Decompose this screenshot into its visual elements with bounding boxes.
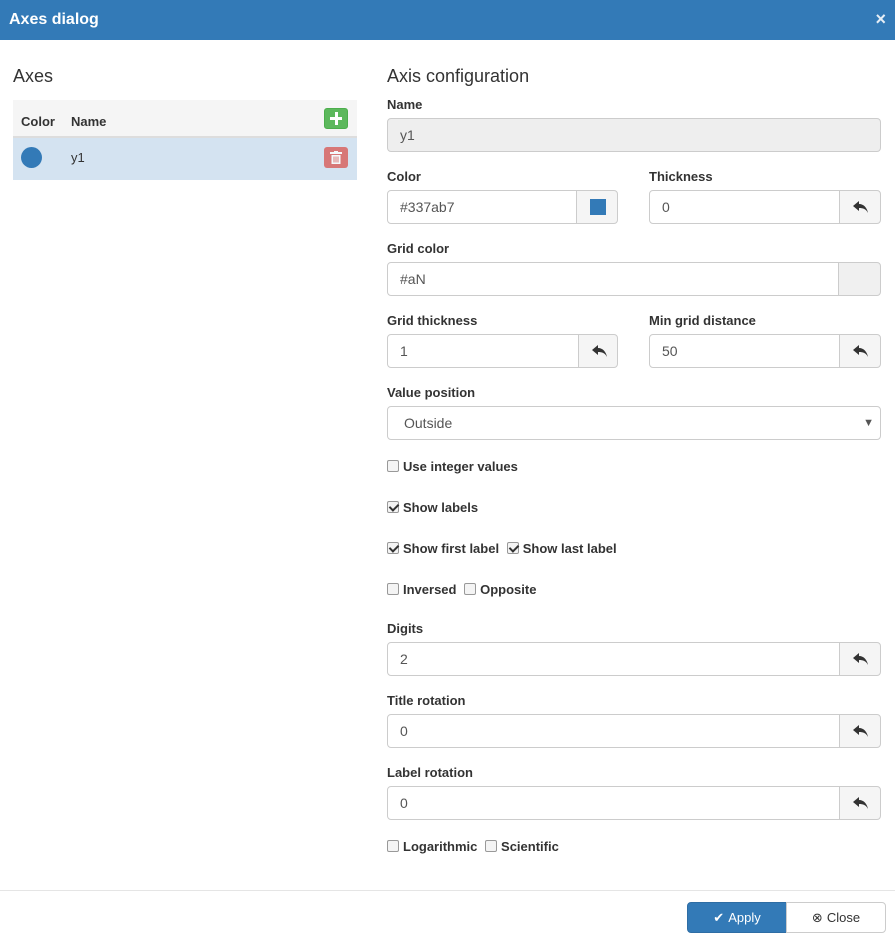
title-rotation-reset-button[interactable] [839,714,881,748]
label-rotation-input[interactable]: 0 [387,786,840,820]
color-label: Color [387,169,421,184]
grid-thickness-reset-button[interactable] [578,334,618,368]
close-label: Close [826,910,861,925]
log-sci-row: Logarithmic Scientific [387,839,563,855]
digits-label: Digits [387,621,424,636]
footer-divider [0,890,895,891]
show-last-label-label: Show last label [522,541,617,556]
undo-icon [853,725,868,737]
column-name: Name [71,114,107,129]
show-labels-row: Show labels [387,500,482,516]
title-rotation-input[interactable]: 0 [387,714,840,748]
undo-icon [853,797,868,809]
use-integer-label: Use integer values [403,459,518,474]
circle-x-icon: ⊗ [811,910,823,925]
close-button[interactable]: ⊗ Close [786,902,886,933]
grid-color-input[interactable]: #aN [387,262,839,296]
title-rotation-label: Title rotation [387,693,466,708]
axis-name: y1 [71,150,85,165]
trash-icon [330,151,342,164]
label-rotation-label: Label rotation [387,765,473,780]
grid-color-picker-button[interactable] [838,262,881,296]
column-color: Color [21,114,55,129]
show-first-label-label: Show first label [403,541,500,556]
delete-axis-button[interactable] [324,147,348,168]
grid-color-label: Grid color [387,241,450,256]
grid-thickness-input[interactable]: 1 [387,334,579,368]
color-input[interactable]: #337ab7 [387,190,577,224]
logarithmic-checkbox[interactable] [387,840,399,852]
name-label: Name [387,97,423,112]
thickness-label: Thickness [649,169,713,184]
config-panel-title: Axis configuration [387,66,530,86]
use-integer-row: Use integer values [387,459,522,475]
opposite-checkbox[interactable] [464,583,477,595]
digits-reset-button[interactable] [839,642,881,676]
value-position-select[interactable]: Outside ▼ [387,406,881,440]
undo-icon [592,345,607,357]
scientific-checkbox[interactable] [485,840,498,852]
show-first-label-checkbox[interactable] [387,542,399,554]
opposite-label: Opposite [480,582,537,597]
axes-table: Color Name y1 [13,100,357,180]
chevron-down-icon: ▼ [863,417,874,429]
apply-label: Apply [728,910,761,925]
thickness-input[interactable]: 0 [649,190,840,224]
value-position-value: Outside [404,415,453,431]
axis-color-dot [21,147,42,168]
dialog-header: Axes dialog × [0,0,895,40]
apply-button[interactable]: ✔ Apply [687,902,787,933]
min-grid-distance-reset-button[interactable] [839,334,881,368]
add-axis-button[interactable] [324,108,348,129]
thickness-reset-button[interactable] [839,190,881,224]
min-grid-distance-input[interactable]: 50 [649,334,840,368]
show-labels-checkbox[interactable] [387,501,399,513]
use-integer-checkbox[interactable] [387,460,399,472]
inversed-checkbox[interactable] [387,583,399,595]
check-icon: ✔ [713,910,725,925]
axes-table-header: Color Name [13,100,357,138]
show-first-last-row: Show first label Show last label [387,541,621,557]
scientific-label: Scientific [501,839,559,854]
show-last-label-checkbox[interactable] [506,542,519,554]
undo-icon [853,345,868,357]
inversed-opposite-row: Inversed Opposite [387,582,540,598]
label-rotation-reset-button[interactable] [839,786,881,820]
undo-icon [853,201,868,213]
digits-input[interactable]: 2 [387,642,840,676]
show-labels-label: Show labels [403,500,479,515]
close-icon[interactable]: × [875,9,886,30]
undo-icon [853,653,868,665]
color-swatch [590,199,606,215]
inversed-label: Inversed [403,582,457,597]
color-picker-button[interactable] [576,190,618,224]
grid-thickness-label: Grid thickness [387,313,478,328]
table-row[interactable]: y1 [13,138,357,180]
dialog-title: Axes dialog [9,11,99,28]
name-input[interactable]: y1 [387,118,881,152]
value-position-label: Value position [387,385,476,400]
min-grid-distance-label: Min grid distance [649,313,756,328]
axes-panel-title: Axes [13,66,54,86]
logarithmic-label: Logarithmic [403,839,478,854]
